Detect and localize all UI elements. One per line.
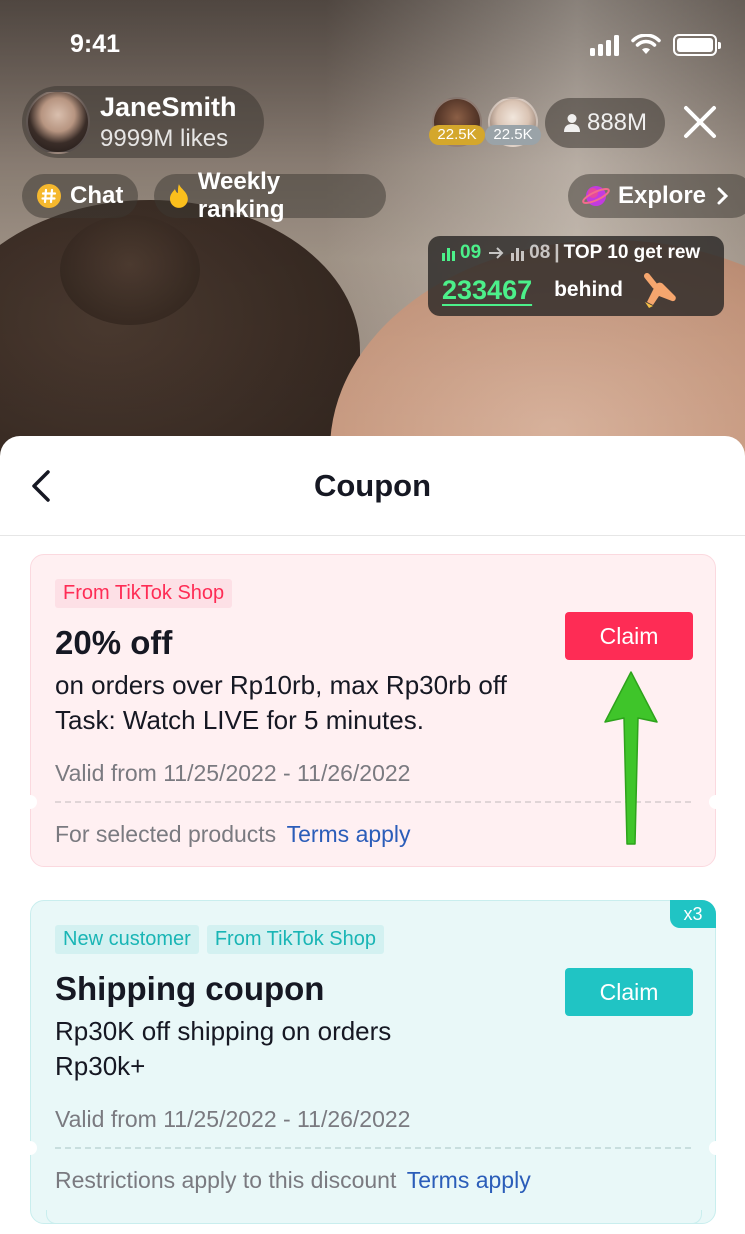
ranking-headline: TOP 10 get rew — [563, 242, 701, 263]
live-video-background — [0, 0, 745, 470]
chat-pill-label: Chat — [70, 182, 124, 209]
host-name: JaneSmith — [100, 91, 237, 122]
chat-pill[interactable]: Chat — [22, 174, 138, 218]
coupon-tags: From TikTok Shop — [55, 579, 691, 608]
viewer-count-label: 888M — [586, 109, 648, 136]
sheet-title: Coupon — [313, 468, 432, 503]
flame-icon — [169, 184, 188, 208]
coupon-validity: Valid from 11/25/2022 - 11/26/2022 — [55, 760, 411, 786]
coupon-notch — [709, 1141, 723, 1155]
coupon-footer: Restrictions apply to this discount Term… — [55, 1167, 531, 1194]
status-icons — [590, 34, 721, 56]
top-viewer-1[interactable]: 22.5K — [429, 97, 485, 147]
sheet-header: Coupon — [0, 436, 745, 536]
coupon-footer: For selected products Terms apply — [55, 821, 411, 848]
chevron-right-icon — [717, 187, 729, 205]
top-shade — [0, 0, 745, 470]
coupon-notch — [23, 795, 37, 809]
coupon-validity: Valid from 11/25/2022 - 11/26/2022 — [55, 1106, 411, 1132]
ranking-card[interactable]: 09 08 | TOP 10 get rew 233467 behind — [428, 236, 724, 316]
pointing-hand-icon — [643, 273, 676, 308]
battery-icon — [673, 34, 721, 56]
annotation-arrow-icon — [604, 671, 658, 845]
terms-link[interactable]: Terms apply — [287, 821, 411, 847]
coupon-tag: New customer — [55, 925, 199, 954]
coupon-description-text: on orders over Rp10rb, max Rp30rb off Ta… — [55, 670, 507, 735]
weekly-ranking-label: Weekly ranking — [197, 168, 285, 223]
claim-button[interactable]: Claim — [565, 612, 693, 660]
host-avatar[interactable] — [26, 90, 90, 154]
coupon-notch — [709, 795, 723, 809]
rank-separator: | — [554, 242, 560, 263]
terms-link[interactable]: Terms apply — [407, 1167, 531, 1193]
coupon-notch — [23, 1141, 37, 1155]
coupon-divider — [55, 801, 691, 803]
host-likes: 9999M likes — [100, 124, 229, 152]
ranking-header: 09 08 | TOP 10 get rew — [442, 242, 710, 264]
current-rank: 09 — [460, 242, 482, 263]
coupon-footer-text: Restrictions apply to this discount — [55, 1167, 397, 1193]
coupon-description: Rp30K off shipping on orders Rp30k+ — [55, 1014, 475, 1084]
cellular-signal-icon — [590, 34, 619, 56]
status-time: 9:41 — [70, 30, 121, 58]
coupon-divider — [55, 1147, 691, 1149]
host-info: JaneSmith 9999M likes — [100, 91, 237, 152]
next-coupon-edge — [46, 1210, 702, 1224]
weekly-ranking-pill[interactable]: Weekly ranking — [154, 168, 386, 223]
ranking-progress: 233467 behind — [442, 272, 710, 308]
explore-pill[interactable]: Explore — [568, 174, 745, 218]
close-icon[interactable] — [682, 102, 718, 142]
coupon-footer-text: For selected products — [55, 821, 277, 847]
coupon-description: on orders over Rp10rb, max Rp30rb off Ta… — [55, 668, 575, 738]
ranking-behind-label: behind — [554, 278, 623, 301]
viewer-gift-badge: 22.5K — [429, 125, 485, 145]
arrow-right-icon — [489, 247, 504, 259]
chat-icon — [37, 184, 61, 208]
claim-button[interactable]: Claim — [565, 968, 693, 1016]
rank-bars-icon — [511, 248, 525, 261]
coupon-count-badge: x3 — [670, 900, 716, 928]
host-profile-chip[interactable]: JaneSmith 9999M likes — [22, 86, 264, 158]
coupon-tags: New customer From TikTok Shop — [55, 925, 691, 954]
viewer-gift-badge: 22.5K — [485, 125, 541, 145]
coupon-tag: From TikTok Shop — [55, 579, 233, 608]
top-viewer-2[interactable]: 22.5K — [485, 97, 541, 147]
rank-bars-icon — [442, 248, 455, 261]
wifi-icon — [631, 34, 661, 54]
shipping-coupon-card: x3 New customer From TikTok Shop Shippin… — [23, 900, 723, 1224]
coupon-description-text: Rp30K off shipping on orders Rp30k+ — [55, 1016, 392, 1081]
explore-label: Explore — [618, 182, 707, 209]
person-icon — [563, 114, 580, 132]
ranking-points: 233467 — [442, 274, 533, 305]
viewer-count-button[interactable]: 888M — [545, 98, 665, 148]
planet-icon — [582, 186, 610, 206]
coupon-tag: From TikTok Shop — [206, 925, 384, 954]
target-rank: 08 — [529, 242, 551, 263]
